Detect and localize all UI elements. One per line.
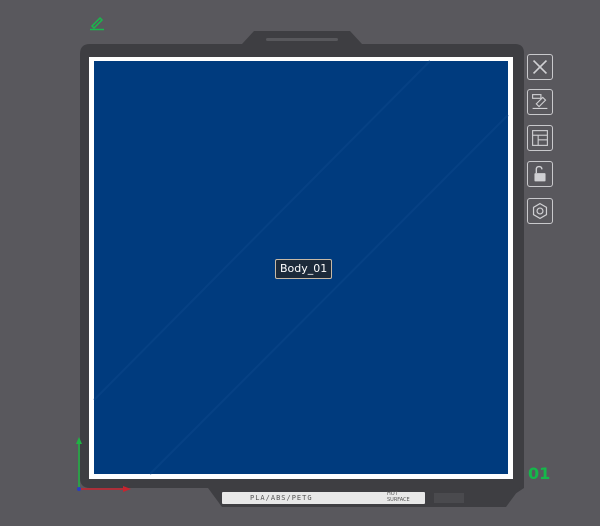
filament-text: PLA/ABS/PETG	[250, 494, 313, 502]
axis-origin	[77, 487, 81, 491]
close-button[interactable]	[527, 54, 553, 80]
object-name-label[interactable]: Body_01	[275, 259, 333, 279]
close-icon	[532, 59, 548, 75]
plate-icons	[434, 493, 464, 503]
settings-button[interactable]	[527, 198, 553, 224]
layout-icon	[532, 130, 548, 146]
plate-handle-slot	[266, 38, 338, 41]
layout-button[interactable]	[527, 125, 553, 151]
edit-plate-icon	[532, 94, 548, 110]
lock-button[interactable]	[527, 161, 553, 187]
settings-icon	[532, 202, 548, 220]
unlock-icon	[534, 165, 546, 182]
plate-number: 01	[528, 464, 551, 483]
hot-surface-warning: HOT SURFACE	[387, 491, 410, 503]
edit-plate-button[interactable]	[527, 89, 553, 115]
plate-handle	[242, 31, 362, 44]
